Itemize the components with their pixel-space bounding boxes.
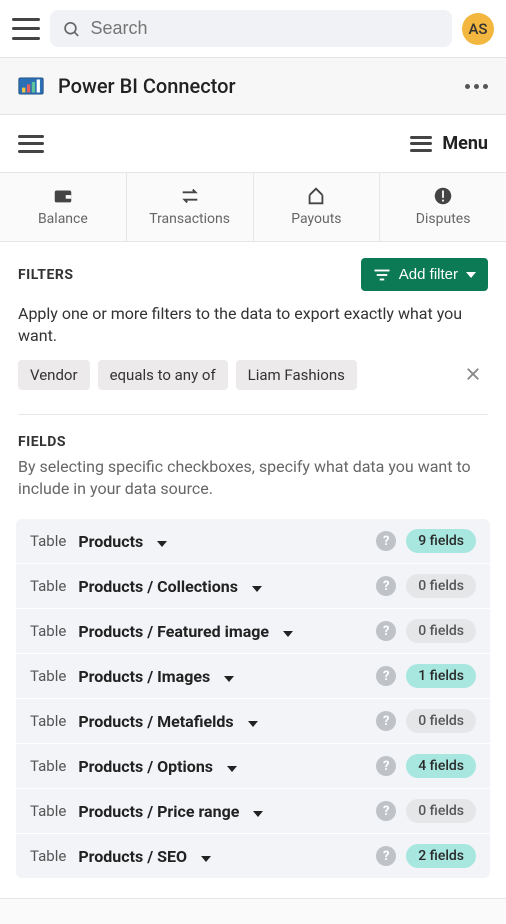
field-count-badge: 2 fields: [406, 844, 476, 868]
filters-title: FILTERS: [18, 267, 73, 283]
help-icon[interactable]: ?: [376, 576, 396, 596]
table-name: Products / Price range: [78, 802, 239, 821]
table-row[interactable]: Table Products / Options? 4 fields: [16, 744, 490, 789]
menu-label: Menu: [442, 133, 488, 154]
chevron-down-icon: [253, 802, 263, 821]
global-topbar: AS: [0, 0, 506, 57]
field-count-badge: 0 fields: [406, 619, 476, 643]
field-count-badge: 4 fields: [406, 754, 476, 778]
filter-chip-operator[interactable]: equals to any of: [98, 360, 228, 390]
tab-transactions[interactable]: Transactions: [127, 173, 254, 241]
global-menu-icon[interactable]: [12, 18, 40, 40]
chevron-down-icon: [201, 847, 211, 866]
table-prefix: Table: [30, 802, 66, 820]
fields-title: FIELDS: [18, 434, 66, 450]
table-name: Products / SEO: [78, 847, 187, 866]
filter-row: Vendor equals to any of Liam Fashions: [18, 360, 488, 390]
table-name: Products / Options: [78, 757, 213, 776]
chevron-down-icon: [466, 272, 476, 278]
tab-payouts[interactable]: Payouts: [254, 173, 381, 241]
chevron-down-icon: [157, 532, 167, 551]
help-icon[interactable]: ?: [376, 711, 396, 731]
tab-balance[interactable]: Balance: [0, 173, 127, 241]
tables-list: Table Products? 9 fields Table Products / Co…: [16, 519, 490, 878]
search-input[interactable]: [91, 18, 441, 39]
help-icon[interactable]: ?: [376, 621, 396, 641]
table-prefix: Table: [30, 847, 66, 865]
disputes-icon: [432, 185, 454, 207]
fields-description: By selecting specific checkboxes, specif…: [18, 456, 488, 499]
table-prefix: Table: [30, 577, 66, 595]
tab-label: Disputes: [416, 211, 471, 227]
inner-menu-icon[interactable]: [18, 135, 44, 153]
app-header: Power BI Connector: [0, 57, 506, 115]
chevron-down-icon: [248, 712, 258, 731]
table-row[interactable]: Table Products / Price range? 0 fields: [16, 789, 490, 834]
table-row[interactable]: Table Products? 9 fields: [16, 519, 490, 564]
table-name: Products / Metafields: [78, 712, 233, 731]
table-name: Products / Collections: [78, 577, 238, 596]
tab-disputes[interactable]: Disputes: [380, 173, 506, 241]
table-row[interactable]: Table Products / Collections? 0 fields: [16, 564, 490, 609]
table-row[interactable]: Table Products / Metafields? 0 fields: [16, 699, 490, 744]
field-count-badge: 0 fields: [406, 709, 476, 733]
field-count-badge: 0 fields: [406, 574, 476, 598]
field-count-badge: 1 fields: [406, 664, 476, 688]
tabs-bar: Balance Transactions Payouts Disputes: [0, 173, 506, 242]
table-prefix: Table: [30, 532, 66, 550]
search-field-wrap[interactable]: [50, 10, 452, 47]
payouts-icon: [305, 185, 327, 207]
tab-label: Payouts: [291, 211, 341, 227]
filters-description: Apply one or more filters to the data to…: [18, 303, 488, 346]
user-avatar[interactable]: AS: [462, 13, 494, 45]
app-title: Power BI Connector: [58, 74, 236, 98]
help-icon[interactable]: ?: [376, 756, 396, 776]
table-name: Products: [78, 532, 143, 551]
field-count-badge: 0 fields: [406, 799, 476, 823]
app-icon: [18, 76, 44, 96]
help-icon[interactable]: ?: [376, 531, 396, 551]
table-row[interactable]: Table Products / Featured image? 0 fields: [16, 609, 490, 654]
tab-label: Transactions: [149, 211, 230, 227]
table-name: Products / Featured image: [78, 622, 269, 641]
help-icon[interactable]: ?: [376, 666, 396, 686]
fields-section: FIELDS By selecting specific checkboxes,…: [0, 415, 506, 519]
table-name: Products / Images: [78, 667, 210, 686]
chevron-down-icon: [252, 577, 262, 596]
transactions-icon: [179, 185, 201, 207]
remove-filter-icon[interactable]: [458, 361, 488, 390]
field-count-badge: 9 fields: [406, 529, 476, 553]
table-prefix: Table: [30, 757, 66, 775]
filter-chip-value[interactable]: Liam Fashions: [236, 360, 357, 390]
table-prefix: Table: [30, 667, 66, 685]
tab-label: Balance: [38, 211, 88, 227]
chevron-down-icon: [283, 622, 293, 641]
chevron-down-icon: [224, 667, 234, 686]
menu-button[interactable]: Menu: [410, 133, 488, 154]
chevron-down-icon: [227, 757, 237, 776]
table-row[interactable]: Table Products / SEO? 2 fields: [16, 834, 490, 878]
filter-lines-icon: [373, 268, 391, 282]
inner-menu-bar: Menu: [0, 115, 506, 173]
filters-section: FILTERS Add filter Apply one or more fil…: [0, 242, 506, 414]
add-filter-button[interactable]: Add filter: [361, 258, 488, 291]
add-filter-label: Add filter: [399, 266, 458, 283]
footer-area: [0, 898, 506, 924]
table-row[interactable]: Table Products / Images? 1 fields: [16, 654, 490, 699]
help-icon[interactable]: ?: [376, 801, 396, 821]
more-actions-icon[interactable]: [465, 84, 488, 89]
wallet-icon: [52, 185, 74, 207]
filter-chip-field[interactable]: Vendor: [18, 360, 90, 390]
table-prefix: Table: [30, 712, 66, 730]
help-icon[interactable]: ?: [376, 846, 396, 866]
search-icon: [62, 19, 81, 39]
table-prefix: Table: [30, 622, 66, 640]
